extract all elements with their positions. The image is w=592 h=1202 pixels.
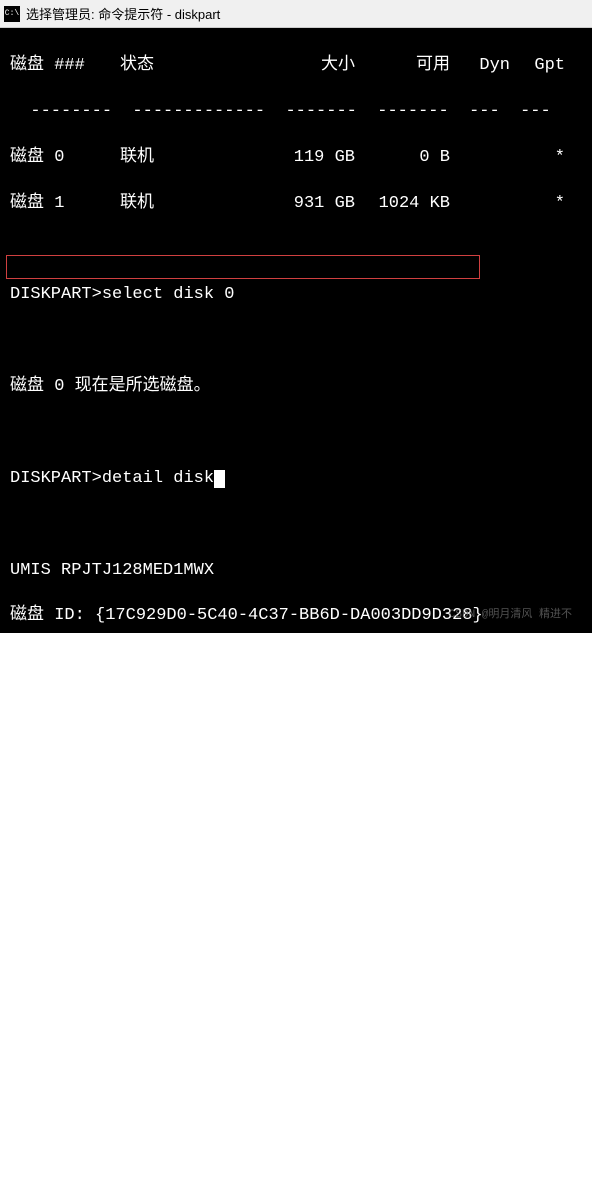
command-line: DISKPART> detail disk — [10, 468, 582, 491]
col-ltr: LTR — [120, 1018, 170, 1041]
detail-value: 否 — [54, 812, 81, 835]
disk-model: UMIS RPJTJ128MED1MWX — [10, 560, 582, 583]
col-dyn: Dyn — [450, 55, 510, 78]
detail-item: 只读: 否 — [10, 812, 582, 835]
detail-item: 群集磁盘 : 否 — [10, 927, 582, 950]
detail-key: 休眠文件磁盘 — [10, 881, 112, 904]
prompt: DISKPART> — [10, 468, 102, 491]
col-disk: 磁盘 ### — [10, 55, 120, 78]
volume-header-rule: ---------- --- ----------- ----- -------… — [10, 1064, 582, 1087]
detail-item: 目标 : 0 — [10, 720, 582, 743]
detail-value: 0 — [92, 743, 112, 766]
detail-item: 休眠文件磁盘: 否 — [10, 881, 582, 904]
detail-key: 位置路径 — [10, 766, 88, 789]
detail-item: 当前只读状态: 否 — [10, 789, 582, 812]
detail-value: 否 — [122, 789, 149, 812]
detail-key: 状态 — [10, 674, 54, 697]
detail-key: 页面文件磁盘 — [10, 858, 112, 881]
detail-value: NVMe — [85, 651, 136, 674]
cursor — [214, 470, 225, 488]
detail-item: 类型 : NVMe — [10, 651, 582, 674]
detail-key: 当前只读状态 — [10, 789, 112, 812]
detail-value: 0 — [64, 720, 84, 743]
prompt: DISKPART> — [10, 284, 102, 307]
command-line: DISKPART> select disk 0 — [10, 284, 582, 307]
blank-line — [10, 238, 582, 261]
disk-header-rule: -------- ------------- ------- ------- -… — [10, 101, 582, 124]
detail-value: 0 — [85, 697, 105, 720]
detail-value: 联机 — [64, 674, 108, 697]
col-size: 大小 — [255, 55, 355, 78]
col-free: 可用 — [355, 55, 450, 78]
disk-id-value: {17C929D0-5C40-4C37-BB6D-DA003DD9D328} — [95, 605, 483, 628]
command-text: detail disk — [102, 468, 214, 491]
detail-key: 启动磁盘 — [10, 835, 78, 858]
col-vol: 卷 ### — [10, 1018, 120, 1041]
detail-value: 否 — [122, 881, 149, 904]
detail-value: 否 — [109, 927, 136, 950]
detail-item: 路径 : 0 — [10, 697, 582, 720]
detail-value: PCIROOT(0)#PCI(1D04)#PCI(0000)#NVME(P00T… — [98, 766, 577, 789]
detail-item: LUN ID : 0 — [10, 743, 582, 766]
detail-value: 是 — [122, 858, 149, 881]
disk-row: 磁盘 0联机119 GB0 B* — [10, 147, 582, 170]
terminal-output: 磁盘 ###状态大小可用DynGpt -------- ------------… — [0, 28, 592, 633]
detail-key: 群集磁盘 — [10, 927, 98, 950]
detail-value: 是 — [122, 904, 149, 927]
watermark: CSDN @明月清风 精进不 — [449, 608, 572, 623]
detail-key: 故障转储磁盘 — [10, 904, 112, 927]
detail-item: 故障转储磁盘: 是 — [10, 904, 582, 927]
detail-item: 位置路径 : PCIROOT(0)#PCI(1D04)#PCI(0000)#NV… — [10, 766, 582, 789]
disk-row: 磁盘 1联机931 GB1024 KB* — [10, 193, 582, 216]
blank-line — [10, 972, 582, 995]
detail-key: 路径 — [10, 697, 75, 720]
message-selected: 磁盘 0 现在是所选磁盘。 — [10, 376, 582, 399]
detail-value: 是 — [88, 835, 115, 858]
window-titlebar[interactable]: C:\ 选择管理员: 命令提示符 - diskpart — [0, 0, 592, 28]
col-status: 状态 — [120, 55, 255, 78]
volume-header-row: 卷 ###LTR标签FS类型大小 — [10, 1018, 582, 1041]
col-type: 类型 — [365, 1018, 470, 1041]
cmd-icon: C:\ — [4, 6, 20, 22]
detail-key: 只读 — [10, 812, 44, 835]
col-gpt: Gpt — [510, 55, 565, 78]
disk-header-row: 磁盘 ###状态大小可用DynGpt — [10, 55, 582, 78]
window-title: 选择管理员: 命令提示符 - diskpart — [26, 4, 220, 23]
col-size: 大小 — [470, 1018, 540, 1041]
volume-row: 卷 0CWindowsNTFS磁盘分区117 — [10, 1110, 582, 1133]
blank-line — [10, 330, 582, 353]
col-fs: FS — [285, 1018, 365, 1041]
blank-line — [10, 422, 582, 445]
detail-item: 页面文件磁盘: 是 — [10, 858, 582, 881]
blank-line — [10, 514, 582, 537]
detail-key: LUN ID — [10, 743, 81, 766]
command-text: select disk 0 — [102, 284, 235, 307]
detail-key: 目标 — [10, 720, 54, 743]
detail-key: 类型 — [10, 651, 75, 674]
detail-item: 状态 : 联机 — [10, 674, 582, 697]
detail-item: 启动磁盘: 是 — [10, 835, 582, 858]
disk-id-label: 磁盘 ID — [10, 605, 75, 628]
col-label: 标签 — [170, 1018, 285, 1041]
